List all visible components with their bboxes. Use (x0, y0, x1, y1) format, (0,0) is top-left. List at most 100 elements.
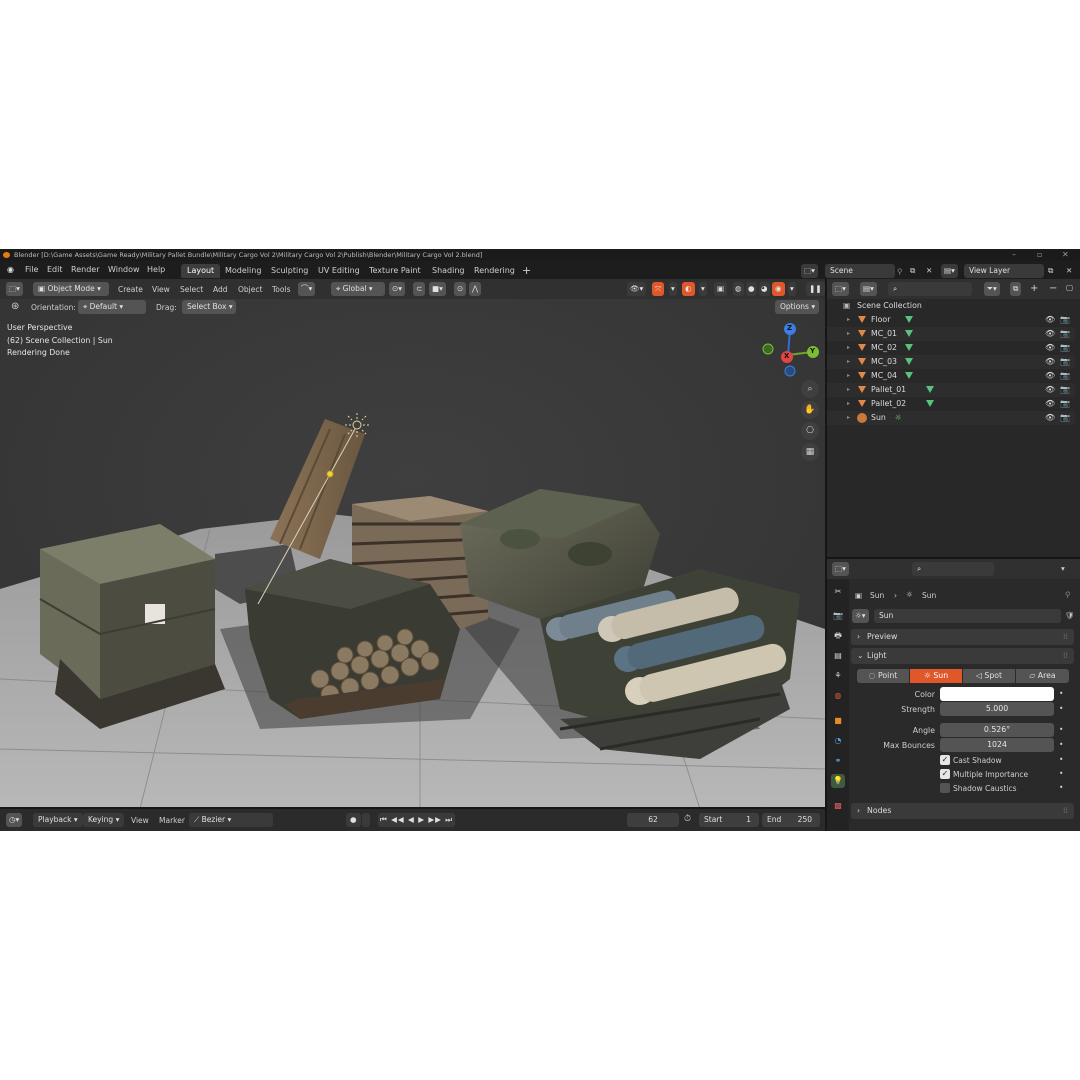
display-mode-icon[interactable]: ▤▾ (860, 282, 877, 296)
record-icon[interactable]: ● (346, 813, 361, 827)
tab-sculpting[interactable]: Sculpting (265, 264, 314, 278)
visibility-eye-icon[interactable]: 👁 (1045, 355, 1055, 369)
tab-uv-editing[interactable]: UV Editing (312, 264, 366, 278)
keyframe-dot-icon[interactable]: • (1059, 689, 1063, 698)
orientation-dropdown[interactable]: ⌖ Default ▾ (78, 300, 146, 314)
delete-view-layer-icon[interactable]: ✕ (1066, 266, 1072, 275)
mesh-data-icon[interactable] (905, 372, 913, 379)
timeline-view-menu[interactable]: View (131, 816, 149, 825)
blender-menu-icon[interactable]: ◉ (7, 265, 14, 274)
physics-tab-icon[interactable]: ◔ (831, 734, 845, 748)
view-layer-tab-icon[interactable]: ▤ (831, 649, 845, 663)
expand-arrow-icon[interactable]: ▸ (847, 355, 850, 369)
area-divider[interactable] (825, 279, 827, 831)
maximize-icon[interactable]: ▫ (1037, 249, 1042, 261)
start-frame-field[interactable]: Start 1 (699, 813, 759, 827)
timeline-editor-icon[interactable]: ◷▾ (6, 813, 23, 827)
tab-rendering[interactable]: Rendering (468, 264, 521, 278)
visibility-eye-icon[interactable]: 👁 (1045, 327, 1055, 341)
tab-layout[interactable]: Layout (181, 264, 221, 278)
mesh-data-icon[interactable] (905, 316, 913, 323)
angle-field[interactable]: 0.526° (940, 723, 1054, 737)
render-camera-icon[interactable]: 📷 (1060, 383, 1070, 397)
collapse-all-icon[interactable]: − (1049, 283, 1057, 294)
properties-editor-icon[interactable]: ⬚▾ (832, 562, 849, 576)
properties-options-icon[interactable]: ▾ (1061, 564, 1065, 573)
playback-controls[interactable]: ⏮ ◀◀ ◀ ▶ ▶▶ ⏭ (378, 813, 456, 827)
timeline-marker-menu[interactable]: Marker (159, 816, 185, 825)
render-camera-icon[interactable]: 📷 (1060, 355, 1070, 369)
new-view-layer-icon[interactable]: ⧉ (1048, 266, 1053, 276)
new-scene-icon[interactable]: ⧉ (910, 266, 915, 276)
outliner-item-mc-02[interactable]: ▸ MC_02 👁 📷 (827, 341, 1075, 355)
visibility-eye-icon[interactable]: 👁 (1045, 313, 1055, 327)
preview-panel-header[interactable]: › Preview ⁞⁞ (851, 629, 1074, 645)
menu-file[interactable]: File (25, 265, 38, 274)
falloff-icon[interactable]: ⋀ (469, 282, 482, 296)
outliner-search-input[interactable]: ⌕ (888, 282, 972, 296)
visibility-eye-icon[interactable]: 👁 (1045, 397, 1055, 411)
light-panel-header[interactable]: ⌄ Light ⁞⁞ (851, 648, 1074, 664)
drag-handle-icon[interactable]: ⁞⁞ (1063, 803, 1068, 819)
keyframe-dot-icon[interactable]: • (1059, 725, 1063, 734)
mesh-data-icon[interactable] (905, 358, 913, 365)
tab-modeling[interactable]: Modeling (219, 264, 267, 278)
scene-browse-icon[interactable]: ⬚▾ (801, 264, 818, 278)
outliner-item-mc-01[interactable]: ▸ MC_01 👁 📷 (827, 327, 1075, 341)
menu-create[interactable]: Create (118, 285, 143, 294)
camera-view-icon[interactable]: ⎔ (801, 422, 819, 440)
render-camera-icon[interactable]: 📷 (1060, 411, 1070, 425)
auto-key-icon[interactable] (362, 813, 370, 827)
mesh-data-icon[interactable] (925, 386, 934, 393)
snap-icon[interactable]: ⊂ (413, 282, 426, 296)
menu-edit[interactable]: Edit (47, 265, 63, 274)
expand-arrow-icon[interactable]: ▸ (847, 341, 850, 355)
expand-arrow-icon[interactable]: ▸ (847, 313, 850, 327)
mesh-data-icon[interactable] (905, 330, 913, 337)
restrict-columns-icon[interactable]: ▢ (1066, 283, 1073, 292)
light-datablock-browse-icon[interactable]: ☼▾ (852, 609, 869, 623)
menu-select[interactable]: Select (180, 285, 203, 294)
mesh-data-icon[interactable] (925, 400, 934, 407)
pivot-point-icon[interactable]: ⊙▾ (389, 282, 406, 296)
snap-target-icon[interactable]: ■▾ (429, 282, 446, 296)
render-tab-icon[interactable]: 📷 (831, 609, 845, 623)
filter-icon[interactable]: ⏷▾ (984, 282, 1000, 296)
area-divider[interactable] (827, 557, 1080, 559)
expand-arrow-icon[interactable]: ▸ (847, 397, 850, 411)
options-dropdown[interactable]: Options ▾ (775, 300, 819, 314)
tab-texture-paint[interactable]: Texture Paint (363, 264, 427, 278)
shadow-caustics-checkbox[interactable] (940, 783, 950, 793)
gizmo-toggle-icon[interactable]: ⤧ (652, 282, 664, 296)
editor-type-icon[interactable]: ⬚▾ (6, 282, 23, 296)
light-type-sun[interactable]: ☼ Sun (910, 669, 962, 683)
expand-all-icon[interactable]: + (1030, 283, 1038, 294)
overlay-dropdown-icon[interactable]: ▾ (699, 282, 707, 296)
object-tab-icon[interactable]: ■ (831, 714, 845, 728)
solid-shading-icon[interactable]: ● (746, 282, 757, 296)
expand-arrow-icon[interactable]: ▸ (847, 327, 850, 341)
navigation-gizmo[interactable]: Z Y X (758, 321, 822, 381)
nodes-panel-header[interactable]: › Nodes ⁞⁞ (851, 803, 1074, 819)
current-frame-field[interactable]: 62 (627, 813, 679, 827)
playback-dropdown[interactable]: Playback ▾ (33, 813, 83, 827)
output-tab-icon[interactable]: 🖶 (831, 629, 845, 643)
3d-viewport[interactable]: User Perspective (62) Scene Collection |… (0, 299, 825, 809)
zoom-icon[interactable]: ⌕ (801, 380, 819, 398)
world-tab-icon[interactable]: ◍ (831, 689, 845, 703)
light-type-point[interactable]: ◌ Point (857, 669, 909, 683)
menu-render[interactable]: Render (71, 265, 99, 274)
shading-dropdown-icon[interactable]: ▾ (788, 282, 796, 296)
light-type-spot[interactable]: ◁ Spot (963, 669, 1015, 683)
light-datablock-name[interactable]: Sun (874, 609, 1061, 623)
drag-dropdown[interactable]: Select Box ▾ (182, 300, 236, 314)
outliner-item-floor[interactable]: ▸ Floor 👁 📷 (827, 313, 1075, 327)
keyframe-dot-icon[interactable]: • (1059, 755, 1063, 764)
keyframe-dot-icon[interactable]: • (1059, 740, 1063, 749)
pan-hand-icon[interactable]: ✋ (801, 401, 819, 419)
material-shading-icon[interactable]: ◕ (759, 282, 770, 296)
render-camera-icon[interactable]: 📷 (1060, 327, 1070, 341)
light-data-tab-icon[interactable]: 💡 (831, 774, 845, 788)
mesh-data-icon[interactable] (905, 344, 913, 351)
keyframe-dot-icon[interactable]: • (1059, 783, 1063, 792)
